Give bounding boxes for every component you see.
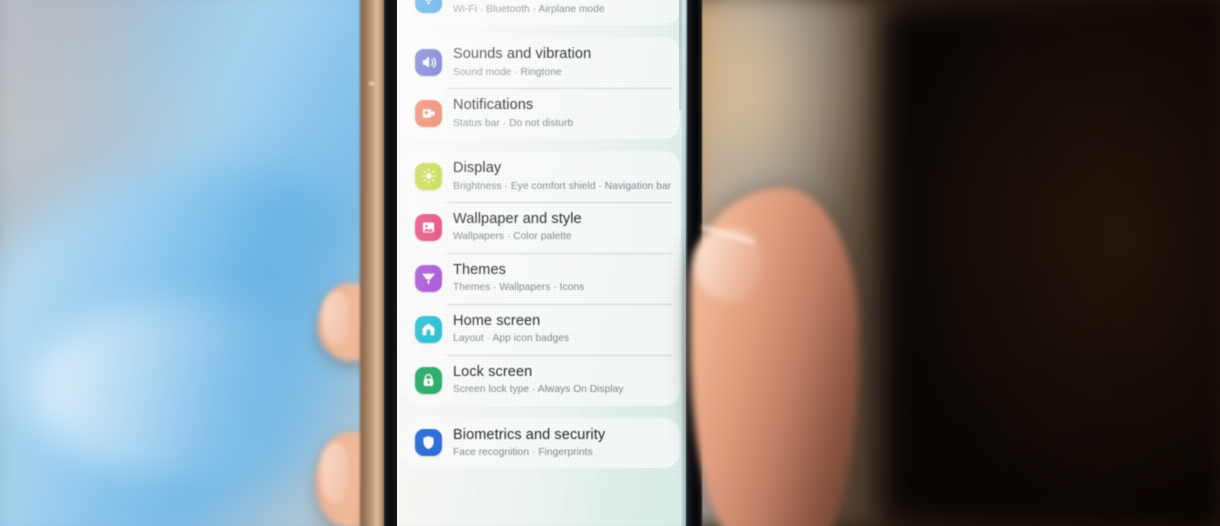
image-picture-icon <box>415 213 442 241</box>
home-house-icon <box>415 315 442 343</box>
settings-row[interactable]: Notifications Status bar · Do not disturb <box>403 87 680 139</box>
settings-row-text: Wallpaper and style Wallpapers · Color pa… <box>453 211 582 244</box>
settings-row-text: Display Brightness · Eye comfort shield ·… <box>453 159 672 193</box>
settings-row-text: Connections Wi-Fi · Bluetooth · Airplane … <box>453 0 605 16</box>
settings-row[interactable]: Sounds and vibration Sound mode · Rington… <box>403 37 680 88</box>
paint-brush-icon <box>415 264 442 292</box>
settings-row[interactable]: Wallpaper and style Wallpapers · Color pa… <box>403 201 680 253</box>
settings-row-text: Home screen Layout · App icon badges <box>453 313 569 346</box>
settings-row-subtitle: Themes · Wallpapers · Icons <box>453 282 585 294</box>
settings-row-title: Themes <box>453 261 506 278</box>
phone-antenna-seam <box>369 82 374 85</box>
settings-row-subtitle: Wi-Fi · Bluetooth · Airplane mode <box>453 3 605 15</box>
padlock-icon <box>415 366 442 394</box>
settings-row-text: Themes Themes · Wallpapers · Icons <box>453 262 584 295</box>
settings-row-text: Lock screen Screen lock type · Always On … <box>453 364 624 397</box>
settings-row[interactable]: Home screen Layout · App icon badges <box>403 303 680 355</box>
phone-edge-highlight <box>682 0 687 526</box>
settings-row-title: Connections <box>453 0 605 1</box>
settings-row[interactable]: Biometrics and security Face recognition … <box>403 418 680 469</box>
connections-group: Connections Wi-Fi · Bluetooth · Airplane … <box>403 0 680 25</box>
settings-row-subtitle: Screen lock type · Always On Display <box>453 384 624 396</box>
security-group: Biometrics and security Face recognition … <box>403 417 680 469</box>
settings-row-subtitle: Wallpapers · Color palette <box>453 231 572 243</box>
settings-row-title: Biometrics and security <box>453 426 606 443</box>
background-blue-highlight <box>30 300 360 480</box>
background-shadow <box>880 0 1220 526</box>
settings-row-title: Home screen <box>453 312 541 329</box>
phone-device: Connections Wi-Fi · Bluetooth · Airplane … <box>360 0 702 526</box>
settings-row-text: Notifications Status bar · Do not disturb <box>453 97 573 130</box>
settings-row-subtitle: Face recognition · Fingerprints <box>453 447 593 459</box>
settings-row-title: Lock screen <box>453 363 533 380</box>
fingernail-lower <box>320 443 348 503</box>
settings-row-title: Notifications <box>453 96 534 113</box>
speaker-icon <box>415 48 442 76</box>
notification-bubble-icon <box>415 99 442 127</box>
phone-bezel-left <box>384 0 398 526</box>
settings-row[interactable]: Display Brightness · Eye comfort shield ·… <box>403 151 680 202</box>
sound-notifications-group: Sounds and vibration Sound mode · Rington… <box>403 36 680 139</box>
settings-row-title: Sounds and vibration <box>453 45 592 62</box>
settings-row-title: Wallpaper and style <box>453 210 582 227</box>
fingernail-upper <box>322 292 348 344</box>
settings-row[interactable]: Connections Wi-Fi · Bluetooth · Airplane … <box>403 0 680 25</box>
settings-row-subtitle: Sound mode · Ringtone <box>453 66 562 78</box>
settings-row-text: Sounds and vibration Sound mode · Rington… <box>453 46 591 79</box>
settings-row-subtitle: Brightness · Eye comfort shield · Naviga… <box>453 180 672 192</box>
settings-row-subtitle: Layout · App icon badges <box>453 333 570 345</box>
wifi-icon <box>415 0 442 13</box>
phone-screen[interactable]: Connections Wi-Fi · Bluetooth · Airplane … <box>397 0 686 526</box>
shield-icon <box>415 429 442 457</box>
settings-list[interactable]: Connections Wi-Fi · Bluetooth · Airplane … <box>397 0 686 480</box>
photo-scene: Connections Wi-Fi · Bluetooth · Airplane … <box>0 0 1220 526</box>
settings-row[interactable]: Lock screen Screen lock type · Always On … <box>403 354 680 406</box>
brightness-sun-icon <box>415 162 442 190</box>
settings-row[interactable]: Themes Themes · Wallpapers · Icons <box>403 252 680 304</box>
settings-row-subtitle: Status bar · Do not disturb <box>453 117 574 129</box>
settings-row-title: Display <box>453 159 502 176</box>
settings-row-text: Biometrics and security Face recognition … <box>453 427 605 460</box>
display-personalization-group: Display Brightness · Eye comfort shield ·… <box>403 150 680 406</box>
